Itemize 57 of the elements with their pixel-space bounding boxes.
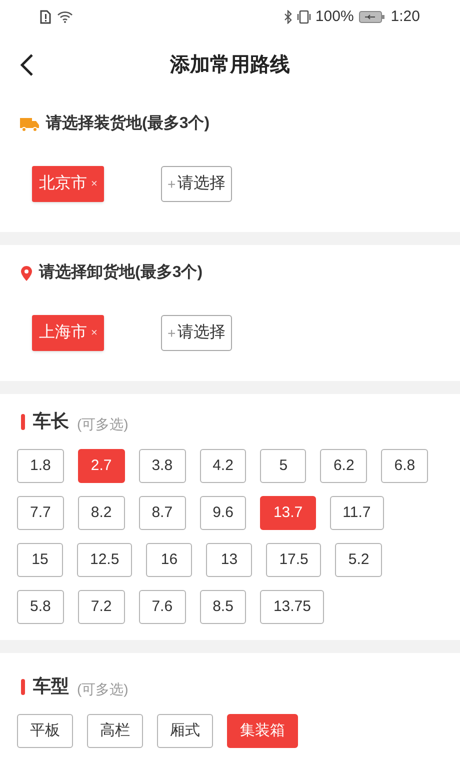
add-place-button[interactable]: +请选择 [161,166,232,202]
option-chip[interactable]: 1.8 [17,449,64,483]
option-chip[interactable]: 5 [260,449,306,483]
option-chip[interactable]: 3.8 [138,449,186,483]
option-chip[interactable]: 13 [206,543,252,577]
clock: 1:20 [390,6,420,27]
add-place-label: 请选择 [178,174,226,194]
option-chip[interactable]: 2.7 [78,449,125,483]
back-icon[interactable] [20,53,34,77]
battery-level: 100% [315,6,354,27]
battery-icon [358,11,385,23]
section-title: 请选择装货地(最多3个) [46,114,210,134]
plus-icon: + [167,322,176,344]
section-title: 车长 [33,410,69,433]
plus-icon: + [167,174,176,194]
page-title: 添加常用路线 [170,53,290,78]
section-hint: (可多选) [77,680,128,699]
option-chip[interactable]: 15 [17,543,63,577]
option-chip[interactable]: 7.2 [78,590,125,624]
add-place-label: 请选择 [178,322,226,343]
option-chip[interactable]: 12.5 [77,543,132,577]
place-label: 上海市 [39,322,87,343]
option-chip[interactable]: 7.6 [138,590,186,624]
place-tag[interactable]: 北京市 × [32,166,104,202]
sim-alert-icon [40,10,51,24]
option-chip[interactable]: 厢式 [157,714,213,748]
option-chip[interactable]: 平板 [17,714,73,748]
option-chip[interactable]: 13.7 [260,496,316,530]
option-chip[interactable]: 4.2 [200,449,246,483]
section-hint: (可多选) [77,415,128,434]
section-title: 请选择卸货地(最多3个) [39,262,203,283]
option-chip[interactable]: 11.7 [330,496,384,530]
vibrate-icon [296,10,312,24]
option-chip[interactable]: 8.2 [78,496,125,530]
wifi-icon [57,11,73,23]
add-place-button[interactable]: +请选择 [161,315,232,351]
option-chip[interactable]: 8.5 [200,590,246,624]
option-chip[interactable]: 5.2 [335,543,382,577]
option-chip[interactable]: 6.2 [320,449,368,483]
option-chip[interactable]: 集装箱 [227,714,298,748]
accent-bar-icon [21,678,25,694]
bluetooth-icon [284,10,294,24]
place-tag[interactable]: 上海市 × [32,315,104,351]
section-title: 车型 [33,675,69,698]
accent-bar-icon [21,414,25,430]
place-label: 北京市 [39,174,87,194]
option-chip[interactable]: 13.75 [260,590,324,624]
truck-icon [20,116,40,132]
location-pin-icon [20,264,33,282]
option-chip[interactable]: 9.6 [200,496,246,530]
option-chip[interactable]: 8.7 [138,496,186,530]
option-chip[interactable]: 6.8 [381,449,428,483]
option-chip[interactable]: 高栏 [87,714,143,748]
option-chip[interactable]: 16 [146,543,192,577]
option-chip[interactable]: 5.8 [17,590,64,624]
option-chip[interactable]: 7.7 [17,496,64,530]
option-chip[interactable]: 17.5 [266,543,322,577]
